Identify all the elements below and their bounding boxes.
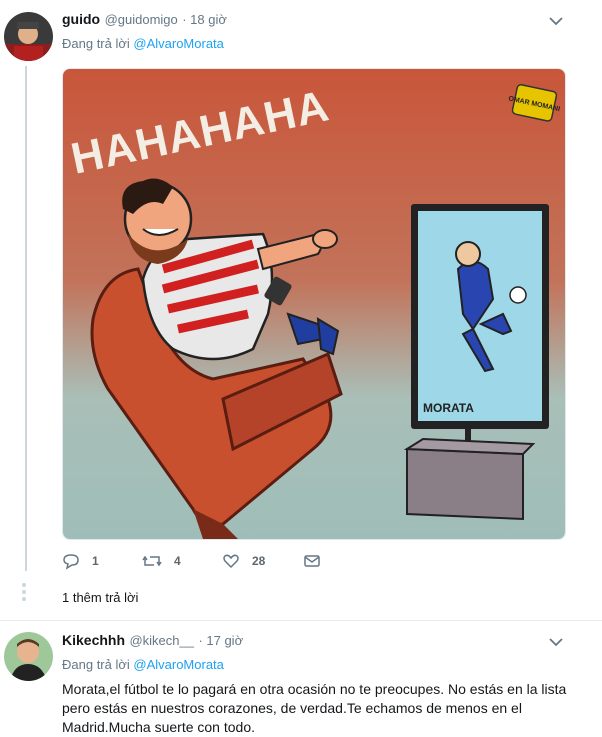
timestamp[interactable]: · 18 giờ (182, 12, 227, 27)
like-button[interactable]: 28 (222, 552, 265, 570)
like-count: 28 (252, 554, 266, 568)
tweet-text: Morata,el fútbol te lo pagará en otra oc… (62, 681, 567, 735)
tweet-image[interactable]: HAHAHAHA OMAR MOMANI MORATA (62, 68, 566, 540)
user-name[interactable]: guido (62, 11, 100, 27)
reply-icon (63, 554, 79, 570)
user-handle[interactable]: @kikech__ (129, 633, 194, 648)
more-replies-link[interactable]: 1 thêm trả lời (62, 590, 138, 605)
direct-message-button[interactable] (303, 552, 321, 570)
tweet-guido[interactable]: guido @guidomigo · 18 giờ Đang trả lời @… (0, 0, 602, 620)
retweet-count: 4 (174, 554, 181, 568)
avatar[interactable] (4, 12, 53, 61)
replying-to: Đang trả lời @AlvaroMorata (62, 657, 224, 672)
chevron-down-icon[interactable] (549, 637, 563, 647)
thread-dots (22, 580, 26, 604)
user-name[interactable]: Kikechhh (62, 632, 125, 648)
reply-count: 1 (92, 554, 99, 568)
retweet-icon (142, 555, 162, 567)
timestamp[interactable]: · 17 giờ (198, 633, 243, 648)
retweet-button[interactable]: 4 (142, 552, 181, 570)
envelope-icon (304, 555, 320, 567)
thread-line (25, 66, 27, 571)
replying-to-link[interactable]: @AlvaroMorata (133, 36, 224, 51)
heart-icon (223, 554, 239, 569)
chevron-down-icon[interactable] (549, 16, 563, 26)
tv-caption: MORATA (423, 401, 474, 415)
tweet-header: guido @guidomigo · 18 giờ (62, 11, 227, 29)
avatar[interactable] (4, 632, 53, 681)
user-handle[interactable]: @guidomigo (105, 12, 178, 27)
tweet-header: Kikechhh @kikech__ · 17 giờ (62, 632, 243, 650)
replying-to: Đang trả lời @AlvaroMorata (62, 36, 224, 51)
replying-prefix: Đang trả lời (62, 657, 134, 672)
reply-button[interactable]: 1 (62, 552, 99, 570)
replying-to-link[interactable]: @AlvaroMorata (133, 657, 224, 672)
replying-prefix: Đang trả lời (62, 36, 134, 51)
